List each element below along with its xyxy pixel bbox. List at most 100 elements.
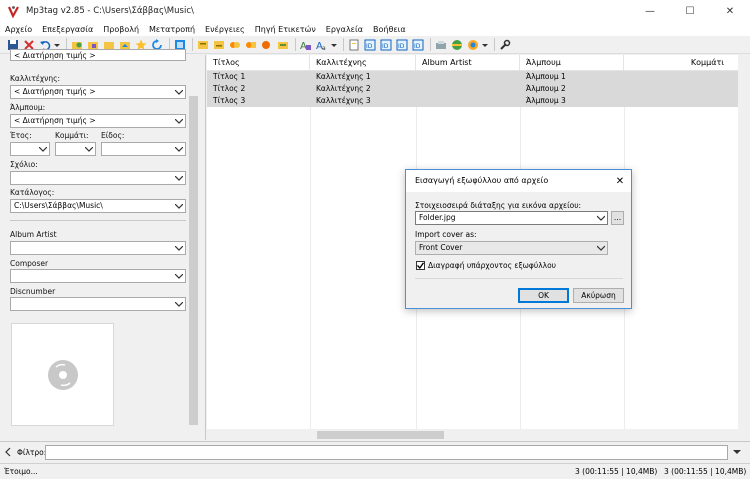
playlist-icon[interactable]: ID [363,38,376,51]
web-dropdown-icon[interactable] [482,38,488,51]
table-row[interactable]: Τίτλος 3 Καλλιτέχνης 3 Άλμπουμ 3 [207,95,750,107]
export-icon[interactable] [347,38,360,51]
chevron-down-icon[interactable] [174,116,183,126]
column-album-artist[interactable]: Album Artist [416,55,520,71]
expand-left-icon[interactable] [3,446,13,458]
chevron-down-icon[interactable] [174,271,183,281]
close-window-button[interactable]: ✕ [710,0,750,22]
genre-label: Είδος: [101,131,125,140]
menu-help[interactable]: Βοήθεια [373,25,406,34]
text-file-tag-icon[interactable] [244,38,257,51]
composer-combo[interactable] [10,269,186,283]
discnumber-combo[interactable] [10,297,186,311]
chevron-down-icon[interactable] [174,173,183,183]
import-as-label: Import cover as: [415,230,477,239]
cancel-button[interactable]: Ακύρωση [573,288,624,303]
comment-combo[interactable] [10,171,186,185]
menu-actions[interactable]: Ενέργειες [205,25,245,34]
album-artist-combo[interactable] [10,241,186,255]
tag-filename-icon[interactable] [196,38,209,51]
column-title[interactable]: Τίτλος [207,55,310,71]
toolbar-separator [430,38,431,51]
track-label: Κομμάτι: [55,131,89,140]
title-combo-value: < Διατήρηση τιμής > [14,51,96,60]
menu-file[interactable]: Αρχείο [5,25,32,34]
chevron-down-icon[interactable] [174,87,183,97]
filename-format-combo[interactable]: Folder.jpg [415,211,608,225]
dialog-close-button[interactable]: ✕ [609,170,631,192]
menu-convert[interactable]: Μετατροπή [149,25,195,34]
svg-text:ID: ID [414,43,421,50]
dialog-title-text: Εισαγωγή εξωφύλλου από αρχείο [415,176,549,185]
chevron-down-icon[interactable] [596,213,606,227]
column-album[interactable]: Άλμπουμ [520,55,624,71]
title-combo[interactable]: < Διατήρηση τιμής > [10,49,186,61]
status-selected-info: 3 (00:11:55 | 10,4MB) [575,467,658,476]
options-wrench-icon[interactable] [498,38,511,51]
delete-existing-label[interactable]: Διαγραφή υπάρχοντος εξωφύλλου [428,261,556,270]
artist-combo[interactable]: < Διατήρηση τιμής > [10,85,186,99]
file-list-vertical-scrollbar[interactable] [738,55,750,429]
svg-text:ID: ID [366,43,373,50]
column-track[interactable]: Κομμάτι [624,55,750,71]
tag-text-file-icon[interactable] [260,38,273,51]
actions-icon[interactable]: A [299,38,312,51]
tag-panel-scroll-thumb[interactable] [189,96,198,425]
chevron-down-icon[interactable] [38,144,47,154]
filter-dropdown-icon[interactable] [732,447,742,459]
filter-input[interactable] [45,445,728,460]
menu-tag-sources[interactable]: Πηγή Ετικετών [255,25,316,34]
toolbar-separator [295,38,296,51]
minimize-button[interactable]: — [630,0,670,22]
actions-quick-icon[interactable]: Aa [315,38,328,51]
browse-button[interactable]: ... [611,211,624,225]
chevron-down-icon[interactable] [174,201,183,211]
cell-track [624,95,630,107]
panel-divider [10,220,186,221]
menu-bar: Αρχείο Επεξεργασία Προβολή Μετατροπή Ενέ… [0,22,750,36]
amazon-icon[interactable]: ID [411,38,424,51]
cell-title: Τίτλος 2 [213,84,246,93]
toolbar-separator [343,38,344,51]
chevron-down-icon[interactable] [596,243,606,257]
maximize-button[interactable]: ☐ [670,0,710,22]
cell-album: Άλμπουμ 3 [526,96,566,105]
convert-tag-tag-icon[interactable] [228,38,241,51]
column-artist[interactable]: Καλλιτέχνης [310,55,416,71]
menu-view[interactable]: Προβολή [103,25,139,34]
tag-panel-scrollbar[interactable] [187,55,200,440]
chevron-down-icon[interactable] [174,299,183,309]
menu-edit[interactable]: Επεξεργασία [42,25,93,34]
tag-sources-icon[interactable]: ID [379,38,392,51]
musicbrainz-icon[interactable] [450,38,463,51]
cell-track [624,83,630,95]
chevron-down-icon[interactable] [174,144,183,154]
dialog-title: Εισαγωγή εξωφύλλου από αρχείο [406,170,631,192]
toolbar-separator [192,38,193,51]
genre-combo[interactable] [101,142,186,156]
cover-art-box[interactable] [11,323,114,426]
horizontal-scroll-thumb[interactable] [317,431,444,439]
track-combo[interactable] [55,142,96,156]
directory-combo[interactable]: C:\Users\Σάββας\Music\ [10,199,186,213]
window-title: Mp3tag v2.85 - C:\Users\Σάββας\Music\ [26,6,194,16]
actions-dropdown-icon[interactable] [331,38,337,51]
discogs-icon[interactable] [434,38,447,51]
directory-label: Κατάλογος: [10,188,55,197]
chevron-down-icon[interactable] [174,243,183,253]
tag-directory-icon[interactable] [276,38,289,51]
web-source-icon[interactable] [466,38,479,51]
album-combo[interactable]: < Διατήρηση τιμής > [10,114,186,128]
import-as-select[interactable]: Front Cover [415,241,608,255]
file-list-horizontal-scrollbar[interactable] [207,429,750,440]
year-combo[interactable] [10,142,50,156]
ok-button[interactable]: OK [518,288,569,303]
table-row[interactable]: Τίτλος 2 Καλλιτέχνης 2 Άλμπουμ 2 [207,83,750,95]
table-row[interactable]: Τίτλος 1 Καλλιτέχνης 1 Άλμπουμ 1 [207,71,750,83]
chevron-down-icon[interactable] [84,144,93,154]
cell-artist: Καλλιτέχνης 3 [316,96,371,105]
filename-tag-icon[interactable] [212,38,225,51]
menu-tools[interactable]: Εργαλεία [326,25,363,34]
delete-existing-checkbox[interactable] [416,261,425,270]
freedb-icon[interactable]: ID [395,38,408,51]
